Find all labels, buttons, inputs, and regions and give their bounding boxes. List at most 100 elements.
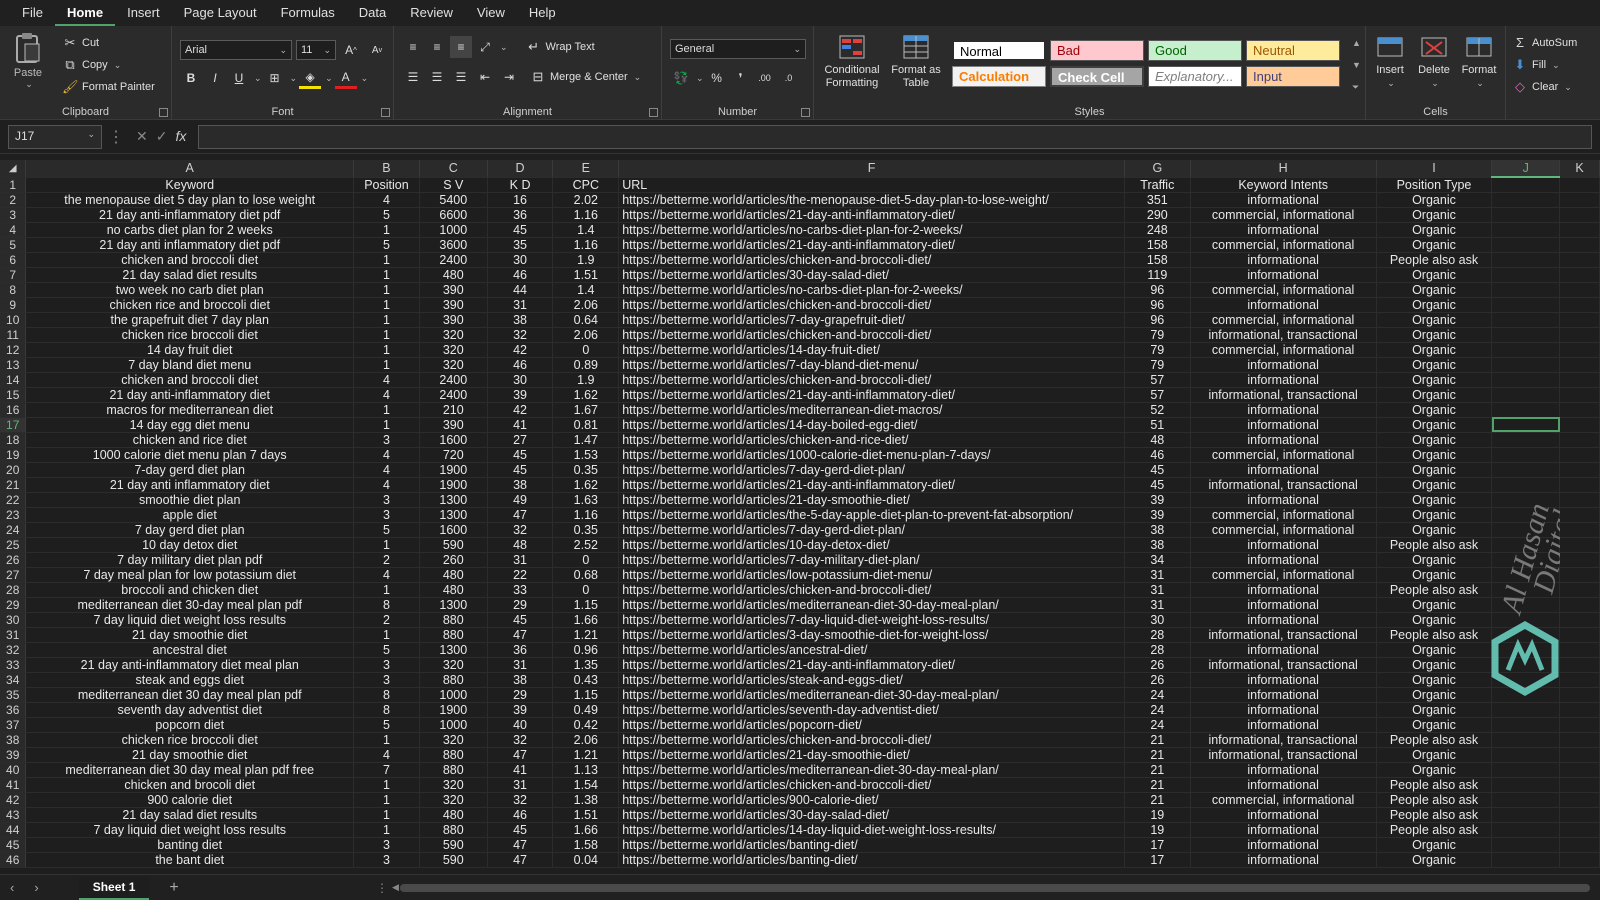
cell[interactable]: https://betterme.world/articles/1000-cal… — [618, 447, 1125, 463]
cell[interactable]: 1.51 — [552, 807, 620, 823]
empty-cell[interactable] — [1559, 702, 1600, 718]
cell[interactable]: https://betterme.world/articles/the-meno… — [618, 192, 1125, 208]
row-header[interactable]: 15 — [0, 387, 27, 403]
fill-button[interactable]: ⬇ Fill ⌄ — [1512, 54, 1577, 76]
cell[interactable]: Organic — [1376, 282, 1493, 298]
cell[interactable]: mediterranean diet 30 day meal plan pdf … — [25, 762, 354, 778]
cell[interactable]: informational — [1190, 762, 1377, 778]
cell[interactable]: Organic — [1376, 342, 1493, 358]
cell[interactable]: commercial, informational — [1190, 312, 1377, 328]
cell[interactable]: Organic — [1376, 597, 1493, 613]
empty-cell[interactable] — [1559, 342, 1600, 358]
column-header-f[interactable]: F — [618, 160, 1125, 178]
cell[interactable]: seventh day adventist diet — [25, 702, 354, 718]
cell[interactable]: 30 — [1124, 612, 1191, 628]
row-header[interactable]: 33 — [0, 657, 27, 673]
empty-cell[interactable] — [1559, 537, 1600, 553]
cell[interactable]: 320 — [419, 792, 488, 808]
empty-cell[interactable] — [1559, 522, 1600, 538]
cell[interactable]: https://betterme.world/articles/7-day-ge… — [618, 462, 1125, 478]
cell[interactable]: Organic — [1376, 852, 1493, 868]
cell[interactable]: 5 — [353, 642, 420, 658]
empty-cell[interactable] — [1559, 357, 1600, 373]
cell[interactable]: 390 — [419, 417, 488, 433]
cell[interactable]: 5 — [353, 237, 420, 253]
cell[interactable]: 30 — [487, 372, 554, 388]
row-header[interactable]: 45 — [0, 837, 27, 853]
cell[interactable]: informational — [1190, 852, 1377, 868]
column-header-g[interactable]: G — [1124, 160, 1191, 178]
cell[interactable]: the bant diet — [25, 852, 354, 868]
row-header[interactable]: 46 — [0, 852, 27, 868]
cell[interactable]: informational — [1190, 702, 1377, 718]
cell[interactable]: informational, transactional — [1190, 387, 1377, 403]
cell[interactable]: 39 — [487, 387, 554, 403]
cell[interactable]: 320 — [419, 777, 488, 793]
cell[interactable]: 320 — [419, 342, 488, 358]
empty-cell[interactable] — [1559, 507, 1600, 523]
italic-icon[interactable]: I — [204, 67, 226, 89]
cell[interactable]: 45 — [487, 447, 554, 463]
row-header[interactable]: 2 — [0, 192, 27, 208]
cell[interactable]: 1.47 — [552, 432, 620, 448]
row-header[interactable]: 12 — [0, 342, 27, 358]
row-header[interactable]: 6 — [0, 252, 27, 268]
cell[interactable]: banting diet — [25, 837, 354, 853]
cell[interactable]: Organic — [1376, 297, 1493, 313]
cell[interactable]: 36 — [487, 207, 554, 223]
cell[interactable]: apple diet — [25, 507, 354, 523]
cell[interactable]: informational, transactional — [1190, 657, 1377, 673]
cell[interactable]: 1 — [353, 807, 420, 823]
cell[interactable]: 41 — [487, 417, 554, 433]
cell[interactable]: 880 — [419, 822, 488, 838]
cell[interactable]: 8 — [353, 702, 420, 718]
menu-help[interactable]: Help — [517, 0, 568, 26]
insert-cells-button[interactable]: Insert ⌄ — [1370, 34, 1410, 90]
cell[interactable]: Organic — [1376, 702, 1493, 718]
cell[interactable]: 1 — [353, 582, 420, 598]
cell[interactable]: 1.21 — [552, 627, 620, 643]
empty-cell[interactable] — [1559, 657, 1600, 673]
cell[interactable]: commercial, informational — [1190, 447, 1377, 463]
cell[interactable]: 1.35 — [552, 657, 620, 673]
row-header[interactable]: 30 — [0, 612, 27, 628]
cell[interactable]: 1.4 — [552, 222, 620, 238]
empty-cell[interactable] — [1559, 237, 1600, 253]
cell[interactable]: 51 — [1124, 417, 1191, 433]
empty-cell[interactable] — [1559, 312, 1600, 328]
cell[interactable]: 31 — [487, 777, 554, 793]
cell[interactable]: 21 day smoothie diet — [25, 627, 354, 643]
cell[interactable]: 1900 — [419, 702, 488, 718]
cell[interactable]: informational — [1190, 402, 1377, 418]
cell[interactable]: commercial, informational — [1190, 522, 1377, 538]
row-header[interactable]: 27 — [0, 567, 27, 583]
cell[interactable]: 47 — [487, 837, 554, 853]
cell[interactable]: 10 day detox diet — [25, 537, 354, 553]
wrap-text-button[interactable]: ↵ Wrap Text — [526, 36, 595, 58]
cell[interactable]: https://betterme.world/articles/3-day-sm… — [618, 627, 1125, 643]
cell[interactable]: 1 — [353, 327, 420, 343]
align-bottom-icon[interactable]: ≡ — [450, 36, 472, 58]
cell[interactable]: https://betterme.world/articles/21-day-s… — [618, 492, 1125, 508]
cell[interactable]: informational — [1190, 297, 1377, 313]
cell[interactable]: Organic — [1376, 387, 1493, 403]
cell[interactable]: 44 — [487, 282, 554, 298]
empty-cell[interactable] — [1559, 687, 1600, 703]
row-header[interactable]: 17 — [0, 417, 27, 433]
cell[interactable]: 26 — [1124, 657, 1191, 673]
cell[interactable]: 39 — [1124, 507, 1191, 523]
cell[interactable]: 57 — [1124, 372, 1191, 388]
column-header-j[interactable]: J — [1491, 160, 1561, 178]
cell[interactable]: 29 — [487, 597, 554, 613]
empty-cell[interactable] — [1491, 357, 1561, 373]
cell[interactable]: chicken and broccoli diet — [25, 252, 354, 268]
cell[interactable]: 16 — [487, 192, 554, 208]
dialog-launcher-icon[interactable] — [159, 108, 168, 117]
cell[interactable]: https://betterme.world/articles/the-5-da… — [618, 507, 1125, 523]
cell[interactable]: 480 — [419, 267, 488, 283]
cell[interactable]: https://betterme.world/articles/mediterr… — [618, 762, 1125, 778]
empty-cell[interactable] — [1491, 192, 1561, 208]
cell[interactable]: 2.52 — [552, 537, 620, 553]
cell[interactable]: 1 — [353, 627, 420, 643]
cell[interactable]: 1300 — [419, 597, 488, 613]
